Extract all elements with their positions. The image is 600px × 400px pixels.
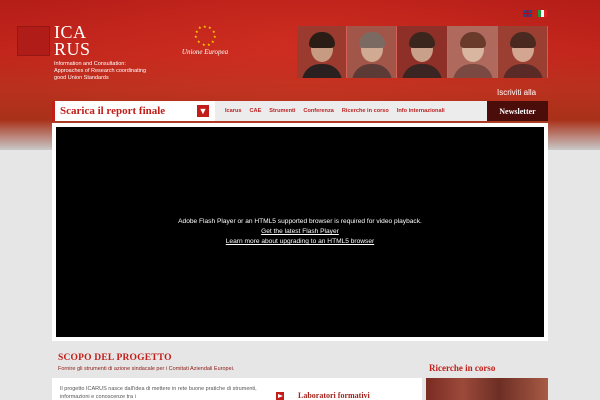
logo[interactable]: ICA RUS (54, 23, 91, 59)
person-photo (347, 26, 398, 78)
uk-flag-icon[interactable] (523, 10, 532, 17)
menu-item-icarus[interactable]: Icarus (221, 108, 245, 114)
menu-bar: Icarus CAE Strumenti Conferenza Ricerche… (215, 101, 487, 121)
newsletter-button[interactable]: Newsletter (487, 101, 548, 121)
eu-logo: ★ ★ ★ ★ ★ ★ ★ ★ ★ ★ ★ Unione Europea (170, 24, 240, 56)
flash-player-link[interactable]: Get the latest Flash Player (261, 227, 339, 237)
arrow-down-icon: ▼ (197, 105, 209, 117)
language-switcher (523, 10, 547, 17)
person-photo (497, 26, 549, 78)
menu-item-ricerche[interactable]: Ricerche in corso (338, 108, 393, 114)
section-subtitle-scopo: Fornire gli strumenti di azione sindacal… (58, 366, 235, 372)
ricerche-image[interactable] (426, 378, 548, 400)
laboratori-link[interactable]: Laboratori formativi (298, 391, 370, 400)
section-title-scopo: SCOPO DEL PROGETTO (58, 353, 172, 363)
newsletter-signup-link[interactable]: Iscriviti alla (497, 88, 536, 97)
main-nav: Scarica il report finale ▼ Icarus CAE St… (52, 101, 548, 121)
download-report-label: Scarica il report finale (60, 105, 166, 117)
project-description: Il progetto ICARUS nasce dall'idea di me… (60, 386, 257, 400)
download-report-button[interactable]: Scarica il report finale ▼ (52, 101, 215, 121)
arrow-right-icon[interactable] (276, 392, 284, 400)
person-photo (397, 26, 448, 78)
html5-upgrade-link[interactable]: Learn more about upgrading to an HTML5 b… (226, 237, 374, 247)
header-photo-strip (297, 26, 549, 78)
eu-label: Unione Europea (181, 48, 229, 56)
menu-item-cae[interactable]: CAE (245, 108, 265, 114)
menu-item-conferenza[interactable]: Conferenza (299, 108, 337, 114)
it-flag-icon[interactable] (538, 10, 547, 17)
project-card: Il progetto ICARUS nasce dall'idea di me… (52, 378, 422, 400)
person-photo (447, 26, 498, 78)
logo-mark[interactable] (17, 26, 50, 56)
sidebar-title-ricerche: Ricerche in corso (429, 363, 496, 373)
video-player[interactable]: Adobe Flash Player or an HTML5 supported… (52, 123, 548, 341)
person-photo (297, 26, 348, 78)
menu-item-info-internazionali[interactable]: Info internazionali (393, 108, 449, 114)
logo-subtitle: Information and Consultation: Approaches… (54, 61, 147, 81)
video-fallback-message: Adobe Flash Player or an HTML5 supported… (178, 218, 422, 225)
logo-line-2: RUS (54, 39, 91, 59)
eu-stars-icon: ★ ★ ★ ★ ★ ★ ★ ★ ★ ★ ★ (194, 24, 217, 47)
menu-item-strumenti[interactable]: Strumenti (265, 108, 299, 114)
